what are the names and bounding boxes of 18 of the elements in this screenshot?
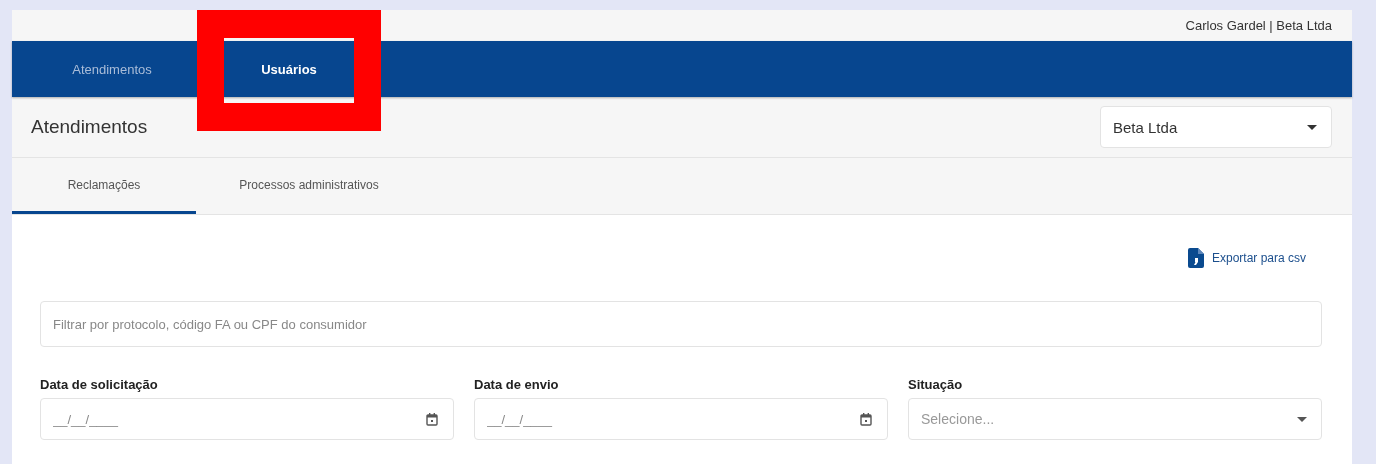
caret-icon bbox=[1307, 124, 1317, 130]
page-title: Atendimentos bbox=[31, 116, 148, 138]
company-select[interactable]: Beta Ltda bbox=[1100, 106, 1332, 148]
calendar-icon bbox=[860, 413, 872, 426]
nav-tab[interactable]: Usuários bbox=[225, 41, 353, 97]
field-label: Situação bbox=[908, 377, 964, 392]
sub-tab[interactable]: Processos administrativos bbox=[196, 158, 422, 214]
search-field[interactable]: Filtrar por protocolo, código FA ou CPF do consumidor bbox=[40, 301, 1322, 347]
file-icon bbox=[1187, 248, 1204, 268]
date-field[interactable]: __/__/____ bbox=[40, 398, 454, 440]
calendar-icon bbox=[426, 413, 438, 426]
user-label: Carlos Gardel | Beta Ltda bbox=[1185, 18, 1332, 33]
field-label: Data de envio bbox=[474, 377, 560, 392]
field-label: Data de solicitação bbox=[40, 377, 159, 392]
nav-tab[interactable]: Atendimentos bbox=[32, 41, 192, 97]
date-field[interactable]: __/__/____ bbox=[474, 398, 888, 440]
export-link[interactable]: Exportar para csv bbox=[1187, 248, 1306, 268]
caret-icon bbox=[1297, 416, 1307, 422]
